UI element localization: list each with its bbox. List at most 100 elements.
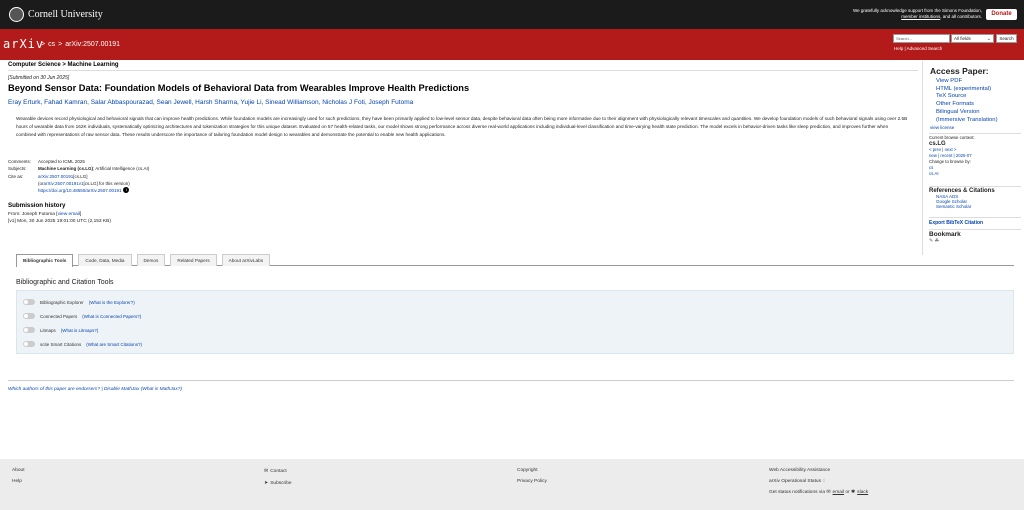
footer-accessibility-link[interactable]: Web Accessibility Assistance bbox=[769, 466, 868, 477]
tool-help-link[interactable]: (What is Connected Papers?) bbox=[82, 314, 141, 319]
cite-key: Cite as: bbox=[8, 173, 24, 179]
tool-label: Litmaps bbox=[40, 327, 56, 333]
tool-label: Bibliographic Explorer bbox=[40, 299, 84, 305]
version-v1: [v1] Mon, 30 Jun 2025 19:01:00 UTC (2,15… bbox=[8, 219, 111, 224]
bibsonomy-icon[interactable]: ✎ bbox=[929, 238, 933, 244]
search-input[interactable]: Search... bbox=[893, 34, 950, 43]
tools-title: Bibliographic and Citation Tools bbox=[16, 279, 114, 286]
tab-demos[interactable]: Demos bbox=[136, 254, 166, 266]
view-license-link[interactable]: view license bbox=[930, 125, 954, 130]
chevron-down-icon: ⌄ bbox=[986, 36, 991, 42]
cornell-logo[interactable]: Cornell University bbox=[9, 7, 103, 22]
cornell-bar: Cornell University We gratefully acknowl… bbox=[0, 0, 1024, 29]
tool-row-explorer: Bibliographic Explorer (What is the Expl… bbox=[23, 299, 135, 305]
footer-status-link[interactable]: arXiv Operational Status bbox=[769, 479, 821, 484]
access-links: View PDF HTML (experimental) TeX Source … bbox=[936, 78, 998, 124]
notify-email-link[interactable]: email bbox=[833, 490, 844, 495]
footer-col-3: Copyright Privacy Policy bbox=[517, 466, 547, 487]
tool-help-link[interactable]: (What is the Explorer?) bbox=[89, 300, 135, 305]
view-email-link[interactable]: view email bbox=[58, 212, 80, 217]
status-icon: ◌ bbox=[822, 478, 826, 484]
support-line2: , and all contributors. bbox=[940, 14, 982, 19]
litmaps-toggle[interactable] bbox=[23, 327, 35, 333]
sidebar: Access Paper: View PDF HTML (experimenta… bbox=[922, 61, 1022, 255]
footer-subscribe-link[interactable]: ➤ Subscribe bbox=[264, 478, 292, 490]
notify-or: or bbox=[845, 490, 850, 495]
search-field-select[interactable]: All fields ⌄ bbox=[951, 34, 994, 43]
search-button[interactable]: Search bbox=[996, 34, 1017, 43]
abstract: Wearable devices record physiological an… bbox=[16, 116, 908, 137]
support-text: We gratefully acknowledge support from t… bbox=[853, 8, 982, 20]
access-paper-title: Access Paper: bbox=[930, 66, 989, 76]
secondary-subjects: ; Artificial Intelligence (cs.AI) bbox=[93, 166, 150, 172]
footer-about-link[interactable]: About bbox=[12, 466, 25, 477]
cite-version-link[interactable]: arXiv:2507.00191v1 bbox=[44, 180, 84, 187]
semantic-scholar-link[interactable]: Semantic Scholar bbox=[936, 204, 1021, 209]
crumb-sep: > bbox=[41, 41, 46, 48]
envelope-icon: ✉ bbox=[826, 489, 831, 495]
from-label: From: Joseph Futoma [ bbox=[8, 212, 58, 217]
footer-copyright-link[interactable]: Copyright bbox=[517, 466, 547, 477]
footer-col-1: About Help bbox=[12, 466, 25, 487]
browse-context: Current browse context: cs.LG < prev | n… bbox=[929, 133, 1021, 177]
other-formats-link[interactable]: Other Formats bbox=[936, 101, 998, 109]
immersive-translation-link[interactable]: (Immersive Translation) bbox=[936, 117, 998, 125]
crumb-sep: > bbox=[58, 41, 63, 48]
tool-label: scite Smart Citations bbox=[40, 341, 82, 347]
subscribe-label: Subscribe bbox=[270, 480, 292, 486]
contact-label: Contact bbox=[270, 469, 287, 474]
doi-link[interactable]: https://doi.org/10.48550/arXiv.2507.0019… bbox=[38, 187, 121, 194]
tool-help-link[interactable]: (What are Smart Citations?) bbox=[86, 342, 142, 347]
footer-col-2: ✉ Contact ➤ Subscribe bbox=[264, 466, 292, 489]
metadata-table: Comments: Accepted to ICML 2025 Subjects:… bbox=[8, 158, 149, 194]
info-icon[interactable]: i bbox=[123, 187, 130, 194]
tab-about-arxivlabs[interactable]: About arXivLabs bbox=[221, 254, 271, 266]
tab-code-data-media[interactable]: Code, Data, Media bbox=[78, 254, 132, 266]
tool-help-link[interactable]: (What is Litmaps?) bbox=[61, 328, 99, 333]
html-link[interactable]: HTML (experimental) bbox=[936, 86, 998, 94]
search-field-value: All fields bbox=[954, 36, 971, 41]
cite-rest: [cs.LG] bbox=[73, 173, 88, 179]
explorer-toggle[interactable] bbox=[23, 299, 35, 305]
browse-csai-link[interactable]: cs.AI bbox=[929, 171, 1021, 177]
cite-link[interactable]: arXiv:2507.00191 bbox=[38, 173, 73, 180]
bilingual-link[interactable]: Bilingual Version bbox=[936, 109, 998, 117]
slack-icon: ✱ bbox=[850, 489, 856, 495]
footer-privacy-link[interactable]: Privacy Policy bbox=[517, 477, 547, 488]
from-close: ] bbox=[80, 212, 82, 217]
notify-slack-link[interactable]: slack bbox=[857, 490, 868, 495]
refs-list: NASA ADS Google Scholar Semantic Scholar bbox=[929, 194, 1021, 209]
scite-toggle[interactable] bbox=[23, 341, 35, 347]
member-institutions-link[interactable]: member institutions bbox=[901, 14, 940, 19]
references-citations: References & Citations NASA ADS Google S… bbox=[929, 186, 1021, 209]
tab-related-papers[interactable]: Related Papers bbox=[170, 254, 217, 266]
bookmark-icons: ✎ ☘ bbox=[929, 238, 1021, 244]
submission-history: From: Joseph Futoma [view email] [v1] Mo… bbox=[8, 211, 111, 225]
author-list[interactable]: Eray Erturk, Fahad Kamran, Salar Abbaspo… bbox=[8, 99, 913, 106]
reddit-icon[interactable]: ☘ bbox=[935, 238, 939, 244]
search-help-links[interactable]: Help | Advanced Search bbox=[894, 46, 942, 51]
tool-row-litmaps: Litmaps (What is Litmaps?) bbox=[23, 327, 98, 333]
arxiv-logo[interactable]: arXiv bbox=[3, 37, 44, 51]
connected-papers-toggle[interactable] bbox=[23, 313, 35, 319]
tab-bibliographic-tools[interactable]: Bibliographic Tools bbox=[16, 254, 74, 267]
tool-row-connected-papers: Connected Papers (What is Connected Pape… bbox=[23, 313, 141, 319]
comments-value: Accepted to ICML 2025 bbox=[38, 159, 85, 164]
footer-contact-link[interactable]: ✉ Contact bbox=[264, 466, 292, 478]
bookmark-title: Bookmark bbox=[929, 231, 961, 238]
submission-history-title: Submission history bbox=[8, 202, 66, 209]
donate-button[interactable]: Donate bbox=[986, 9, 1017, 20]
breadcrumb: > cs > arXiv:2507.00191 bbox=[41, 41, 120, 48]
tools-panel: Bibliographic Explorer (What is the Expl… bbox=[16, 290, 1014, 354]
footer-help-link[interactable]: Help bbox=[12, 477, 25, 488]
crumb-cs[interactable]: cs bbox=[48, 41, 55, 48]
notify-label: Get status notifications via bbox=[769, 490, 825, 495]
export-bibtex-link[interactable]: Export BibTeX Citation bbox=[929, 217, 1021, 226]
tex-source-link[interactable]: TeX Source bbox=[936, 93, 998, 101]
arxiv-header: arXiv > cs > arXiv:2507.00191 Search... … bbox=[0, 29, 1024, 60]
footer-col-4: Web Accessibility Assistance arXiv Opera… bbox=[769, 466, 868, 499]
endorsers-links[interactable]: Which authors of this paper are endorser… bbox=[8, 380, 1014, 392]
view-pdf-link[interactable]: View PDF bbox=[936, 78, 998, 86]
primary-subject: Machine Learning (cs.LG) bbox=[38, 166, 94, 172]
comments-key: Comments: bbox=[8, 159, 32, 164]
